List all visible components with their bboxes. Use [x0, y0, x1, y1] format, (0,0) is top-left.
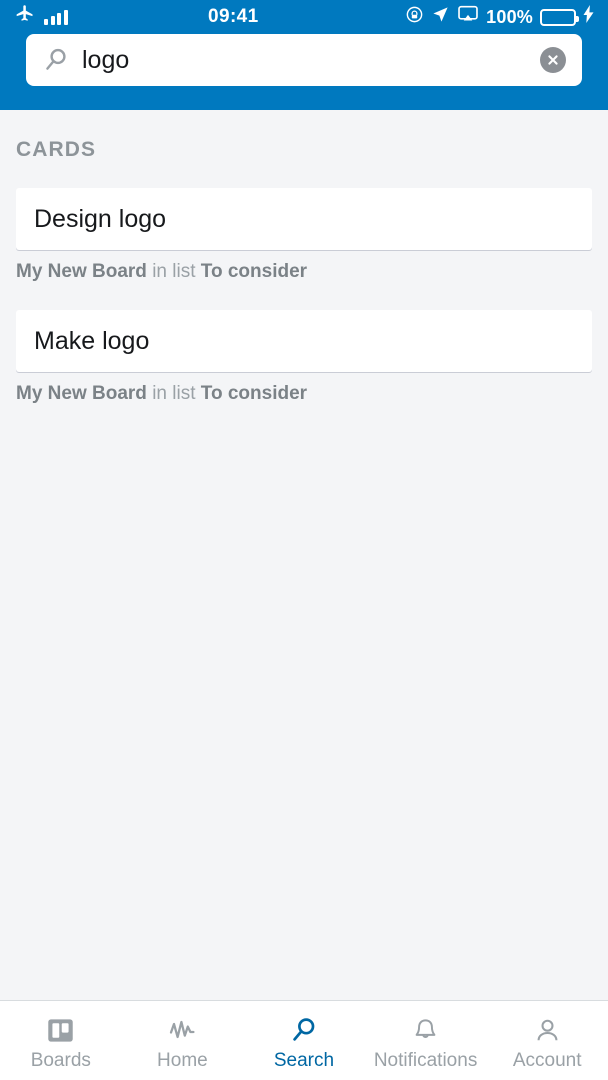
- bell-icon: [411, 1015, 440, 1045]
- card-title: Design logo: [34, 205, 167, 233]
- tab-boards[interactable]: Boards: [0, 1001, 122, 1080]
- results-list: Design logo My New Board in list To cons…: [0, 162, 608, 406]
- rotation-lock-icon: [405, 5, 424, 30]
- card-meta-connector: in list: [146, 382, 201, 404]
- card-list-name: To consider: [200, 382, 308, 404]
- search-icon: [42, 46, 70, 74]
- tab-notifications[interactable]: Notifications: [365, 1001, 487, 1080]
- search-result-item: Make logo My New Board in list To consid…: [0, 309, 608, 406]
- tab-label-home: Home: [157, 1050, 208, 1071]
- card-list-name: To consider: [200, 261, 308, 282]
- search-result-item: Design logo My New Board in list To cons…: [0, 188, 608, 284]
- battery-icon: [540, 8, 579, 26]
- status-bar-left: [14, 4, 68, 30]
- clear-search-button[interactable]: [540, 47, 566, 73]
- boards-icon: [46, 1015, 75, 1045]
- app-root: 09:41 100% logo CARDS Design logo My New…: [0, 0, 608, 1080]
- airplane-icon: [14, 4, 36, 30]
- bottom-tab-bar: Boards Home Search Notifications Account: [0, 1000, 608, 1080]
- card-board-name: My New Board: [16, 382, 147, 404]
- search-bar-container: [0, 34, 608, 86]
- tab-label-boards: Boards: [30, 1050, 91, 1071]
- lightning-bolt-icon: [583, 5, 594, 29]
- battery-percent-label: 100%: [486, 6, 533, 27]
- app-header: 09:41 100% logo: [0, 0, 608, 110]
- status-bar: 09:41 100%: [0, 0, 608, 34]
- airplay-icon: [457, 5, 479, 30]
- card-board-name: My New Board: [16, 261, 147, 282]
- search-input[interactable]: [82, 45, 540, 75]
- status-bar-right: 100%: [405, 5, 594, 30]
- tab-label-notifications: Notifications: [373, 1050, 478, 1071]
- tab-label-account: Account: [512, 1050, 582, 1071]
- signal-bars-icon: [44, 9, 68, 25]
- card-tile[interactable]: Design logo: [16, 188, 592, 250]
- status-bar-time: 09:41: [208, 6, 259, 27]
- tab-search[interactable]: Search: [243, 1001, 365, 1080]
- location-arrow-icon: [431, 5, 450, 30]
- tab-label-search: Search: [273, 1050, 335, 1071]
- section-header-cards: CARDS: [16, 138, 97, 161]
- search-bar[interactable]: [26, 34, 582, 86]
- card-meta: My New Board in list To consider: [0, 372, 608, 406]
- card-title: Make logo: [34, 326, 150, 355]
- tab-account[interactable]: Account: [486, 1001, 608, 1080]
- person-icon: [533, 1015, 562, 1045]
- card-meta-connector: in list: [146, 261, 201, 282]
- card-meta: My New Board in list To consider: [0, 250, 608, 284]
- tab-home[interactable]: Home: [122, 1001, 244, 1080]
- search-icon: [289, 1015, 319, 1045]
- activity-pulse-icon: [167, 1015, 197, 1045]
- search-results-content: CARDS Design logo My New Board in list T…: [0, 110, 608, 1000]
- card-tile[interactable]: Make logo: [16, 309, 592, 372]
